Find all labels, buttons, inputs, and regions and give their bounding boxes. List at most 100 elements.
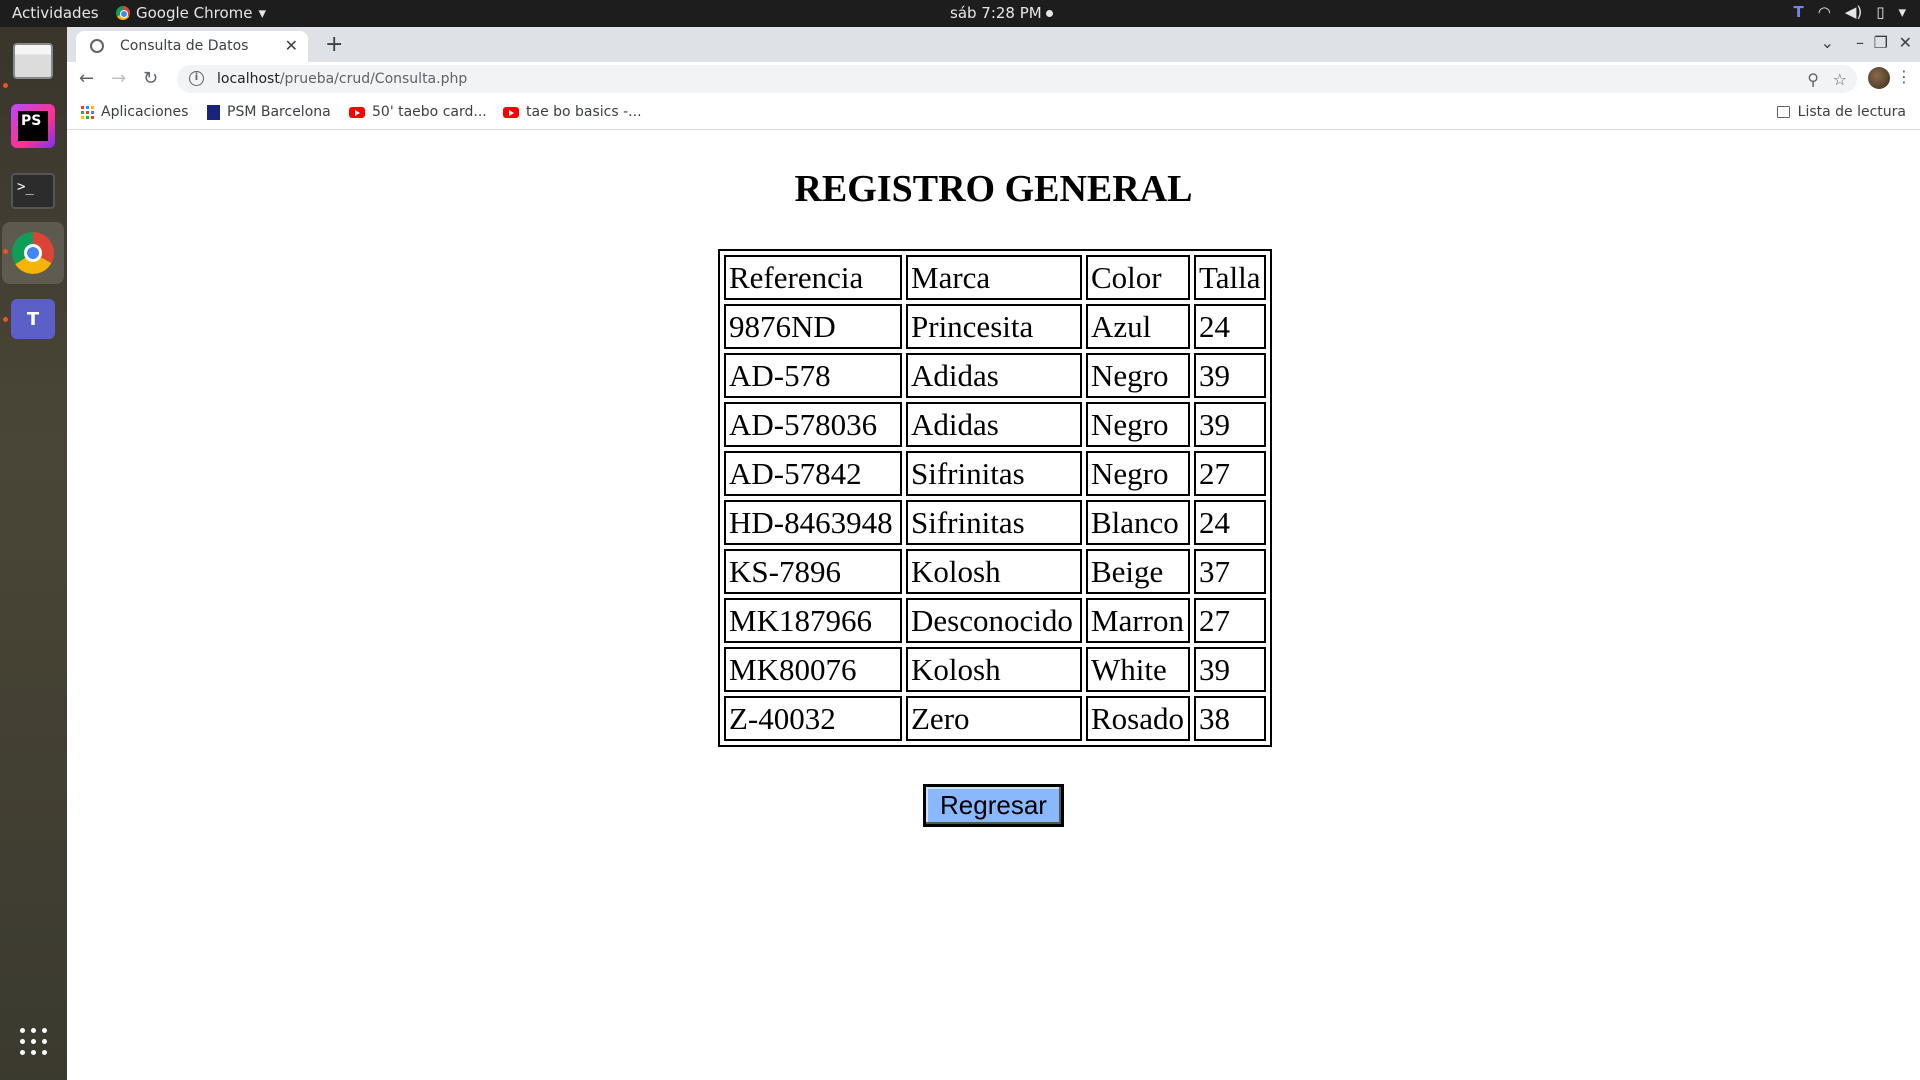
site-info-icon[interactable]: i xyxy=(189,71,204,86)
teams-launcher[interactable]: T xyxy=(9,295,57,343)
table-row: MK80076 Kolosh White 39 xyxy=(724,647,1266,692)
records-table: Referencia Marca Color Talla 9876ND Princesit… xyxy=(718,249,1272,747)
referencia-cell: MK80076 xyxy=(724,647,902,692)
chrome-icon xyxy=(116,6,130,20)
table-row: 9876ND Princesita Azul 24 xyxy=(724,304,1266,349)
reload-icon[interactable]: ↻ xyxy=(143,68,158,89)
table-row: HD-8463948 Sifrinitas Blanco 24 xyxy=(724,500,1266,545)
reading-list-label: Lista de lectura xyxy=(1797,104,1906,120)
tab-title: Consulta de Datos xyxy=(120,38,249,54)
bookmark-taebo-card[interactable]: 50' taebo card... xyxy=(349,104,487,120)
phpstorm-icon: PS xyxy=(11,104,55,148)
referencia-cell: HD-8463948 xyxy=(724,500,902,545)
profile-avatar[interactable] xyxy=(1868,67,1890,89)
table-header-referencia: Referencia xyxy=(724,255,902,300)
app-menu[interactable]: Google Chrome ▾ xyxy=(116,4,266,22)
talla-cell: 39 xyxy=(1194,402,1266,447)
youtube-icon xyxy=(503,106,519,118)
marca-cell: Sifrinitas xyxy=(906,451,1082,496)
table-row: KS-7896 Kolosh Beige 37 xyxy=(724,549,1266,594)
minimize-icon[interactable]: – xyxy=(1856,33,1864,52)
table-row: Z-40032 Zero Rosado 38 xyxy=(724,696,1266,741)
marca-cell: Kolosh xyxy=(906,549,1082,594)
app-name: Google Chrome xyxy=(136,4,253,22)
activities-button[interactable]: Actividades xyxy=(12,4,99,22)
restore-icon[interactable]: ❐ xyxy=(1874,33,1888,52)
forward-icon[interactable]: → xyxy=(111,68,126,89)
bookmark-aplicaciones[interactable]: Aplicaciones xyxy=(81,104,188,120)
marca-cell: Adidas xyxy=(906,402,1082,447)
table-row: AD-578036 Adidas Negro 39 xyxy=(724,402,1266,447)
chevron-down-icon: ▾ xyxy=(1898,3,1906,21)
chrome-launcher[interactable] xyxy=(2,222,64,284)
referencia-cell: AD-578 xyxy=(724,353,902,398)
chevron-down-icon: ▾ xyxy=(258,4,267,22)
table-header-talla: Talla xyxy=(1194,255,1266,300)
system-top-bar: Actividades Google Chrome ▾ sáb 7:28 PM … xyxy=(0,0,1920,27)
bookmarks-bar: Aplicaciones PSM Barcelona 50' taebo car… xyxy=(67,95,1920,130)
close-window-icon[interactable]: ✕ xyxy=(1899,33,1912,52)
tab-search-icon[interactable]: ⌄ xyxy=(1821,33,1834,52)
psm-icon xyxy=(207,104,220,120)
color-cell: Rosado xyxy=(1086,696,1190,741)
referencia-cell: KS-7896 xyxy=(724,549,902,594)
reading-list-button[interactable]: Lista de lectura xyxy=(1776,104,1906,120)
star-icon[interactable]: ☆ xyxy=(1833,70,1847,89)
url-path: /prueba/crud/Consulta.php xyxy=(279,71,468,87)
chrome-icon xyxy=(12,232,54,274)
marca-cell: Adidas xyxy=(906,353,1082,398)
menu-kebab-icon[interactable]: ⋮ xyxy=(1896,67,1912,86)
referencia-cell: AD-57842 xyxy=(724,451,902,496)
wifi-icon: ◠ xyxy=(1817,3,1831,21)
talla-cell: 24 xyxy=(1194,500,1266,545)
color-cell: Beige xyxy=(1086,549,1190,594)
talla-cell: 38 xyxy=(1194,696,1266,741)
tab-consulta[interactable]: Consulta de Datos ✕ xyxy=(76,31,308,62)
talla-cell: 27 xyxy=(1194,598,1266,643)
running-indicator xyxy=(3,317,8,322)
new-tab-button[interactable]: + xyxy=(325,32,343,57)
clock-label: sáb 7:28 PM xyxy=(950,4,1042,22)
table-header-color: Color xyxy=(1086,255,1190,300)
color-cell: Negro xyxy=(1086,353,1190,398)
address-bar[interactable]: i localhost/prueba/crud/Consulta.php ⚲ ☆ xyxy=(177,65,1857,93)
close-tab-icon[interactable]: ✕ xyxy=(285,36,298,55)
marca-cell: Sifrinitas xyxy=(906,500,1082,545)
table-header-marca: Marca xyxy=(906,255,1082,300)
clock[interactable]: sáb 7:28 PM xyxy=(950,4,1053,22)
system-tray[interactable]: T ◠ ◀) ▯ ▾ xyxy=(1793,3,1906,21)
files-launcher[interactable] xyxy=(9,37,57,85)
browser-toolbar: ← → ↻ i localhost/prueba/crud/Consulta.p… xyxy=(67,62,1920,95)
marca-cell: Princesita xyxy=(906,304,1082,349)
talla-cell: 39 xyxy=(1194,353,1266,398)
reading-list-icon xyxy=(1776,106,1790,118)
bookmark-label: tae bo basics -... xyxy=(526,104,642,120)
bookmark-label: Aplicaciones xyxy=(101,104,189,120)
referencia-cell: 9876ND xyxy=(724,304,902,349)
referencia-cell: AD-578036 xyxy=(724,402,902,447)
talla-cell: 39 xyxy=(1194,647,1266,692)
dock: PS >_ T xyxy=(0,27,67,1080)
color-cell: Blanco xyxy=(1086,500,1190,545)
terminal-launcher[interactable]: >_ xyxy=(9,167,57,215)
back-icon[interactable]: ← xyxy=(79,68,94,89)
table-row: MK187966 Desconocido Marron 27 xyxy=(724,598,1266,643)
bookmark-psm-barcelona[interactable]: PSM Barcelona xyxy=(207,104,331,120)
terminal-icon: >_ xyxy=(11,173,55,209)
phpstorm-launcher[interactable]: PS xyxy=(9,102,57,150)
bookmark-label: 50' taebo card... xyxy=(372,104,487,120)
talla-cell: 37 xyxy=(1194,549,1266,594)
bookmark-taebo-basics[interactable]: tae bo basics -... xyxy=(503,104,642,120)
running-indicator xyxy=(3,83,8,88)
talla-cell: 27 xyxy=(1194,451,1266,496)
regresar-button[interactable]: Regresar xyxy=(923,784,1064,827)
teams-tray-icon[interactable]: T xyxy=(1793,3,1803,21)
search-zoom-icon[interactable]: ⚲ xyxy=(1807,70,1819,89)
tab-strip: Consulta de Datos ✕ + ⌄ – ❐ ✕ xyxy=(67,27,1920,62)
show-applications-button[interactable] xyxy=(9,1017,57,1065)
color-cell: White xyxy=(1086,647,1190,692)
table-header-row: Referencia Marca Color Talla xyxy=(724,255,1266,300)
referencia-cell: MK187966 xyxy=(724,598,902,643)
url-host: localhost xyxy=(217,71,280,87)
youtube-icon xyxy=(349,106,365,118)
